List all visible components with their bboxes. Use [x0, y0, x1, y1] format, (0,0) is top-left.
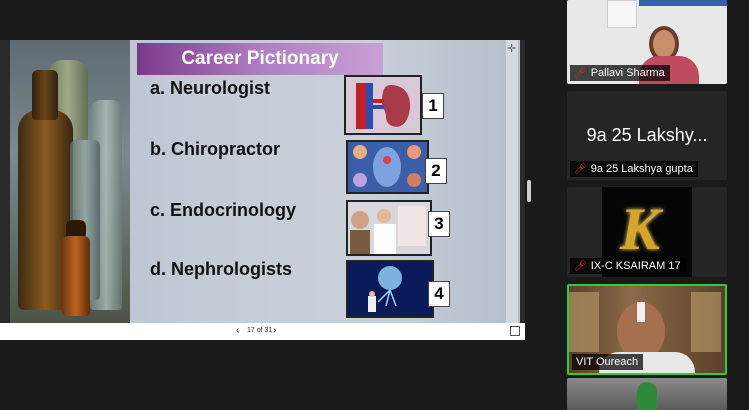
muted-mic-icon: 🎤︎	[574, 164, 587, 175]
plus-icon[interactable]: ✛	[507, 42, 516, 55]
organs-image	[346, 140, 429, 194]
grid-view-icon[interactable]	[510, 326, 520, 336]
picture-number-4: 4	[428, 281, 450, 307]
participant-name: 🎤︎ Pallavi Sharma	[570, 65, 670, 81]
item-neurologist: a. Neurologist	[150, 78, 271, 98]
participant-name: VIT Oureach	[572, 354, 644, 370]
slide-title: Career Pictionary	[137, 43, 383, 75]
next-slide-icon[interactable]: ›	[273, 325, 276, 336]
muted-mic-icon: 🎤︎	[574, 261, 587, 272]
page-indicator: 17 of 31	[247, 327, 273, 334]
item-endocrinology: c. Endocrinology	[150, 200, 297, 220]
picture-number-1: 1	[422, 93, 444, 119]
picture-number-3: 3	[428, 211, 450, 237]
slide-navigation-bar: ‹ 17 of 31 ›	[0, 323, 525, 340]
kidney-image	[344, 75, 422, 135]
participant-tile-vit-oureach[interactable]: VIT Oureach	[567, 284, 727, 375]
slide-scroll[interactable]: ✛	[506, 40, 518, 323]
presentation-slide: Career Pictionary ✛ a. Neurologist b. Ch…	[10, 40, 520, 323]
vertical-scrollbar[interactable]	[527, 180, 531, 202]
participant-display-name: 9a 25 Lakshy...	[586, 125, 708, 145]
neuron-image	[346, 260, 434, 318]
bottles-image	[10, 40, 130, 323]
k-logo-letter: K	[620, 196, 661, 262]
picture-number-2: 2	[425, 158, 447, 184]
participant-tile-lakshya[interactable]: 9a 25 Lakshy... 🎤︎ 9a 25 Lakshya gupta	[567, 91, 727, 180]
item-chiropractor: b. Chiropractor	[150, 139, 281, 159]
participant-name: 🎤︎ 9a 25 Lakshya gupta	[570, 161, 698, 177]
doctor-xray-image	[346, 200, 432, 256]
participant-tile-partial[interactable]	[567, 378, 727, 410]
shared-screen: Career Pictionary ✛ a. Neurologist b. Ch…	[0, 40, 525, 340]
participant-name: 🎤︎ IX-C KSAIRAM 17	[570, 258, 686, 274]
item-nephrologists: d. Nephrologists	[150, 259, 293, 279]
muted-mic-icon: 🎤︎	[574, 68, 587, 79]
participant-tile-pallavi[interactable]: 🎤︎ Pallavi Sharma	[567, 0, 727, 84]
previous-slide-icon[interactable]: ‹	[236, 325, 239, 336]
participant-tile-ksairam[interactable]: K 🎤︎ IX-C KSAIRAM 17	[567, 187, 727, 277]
